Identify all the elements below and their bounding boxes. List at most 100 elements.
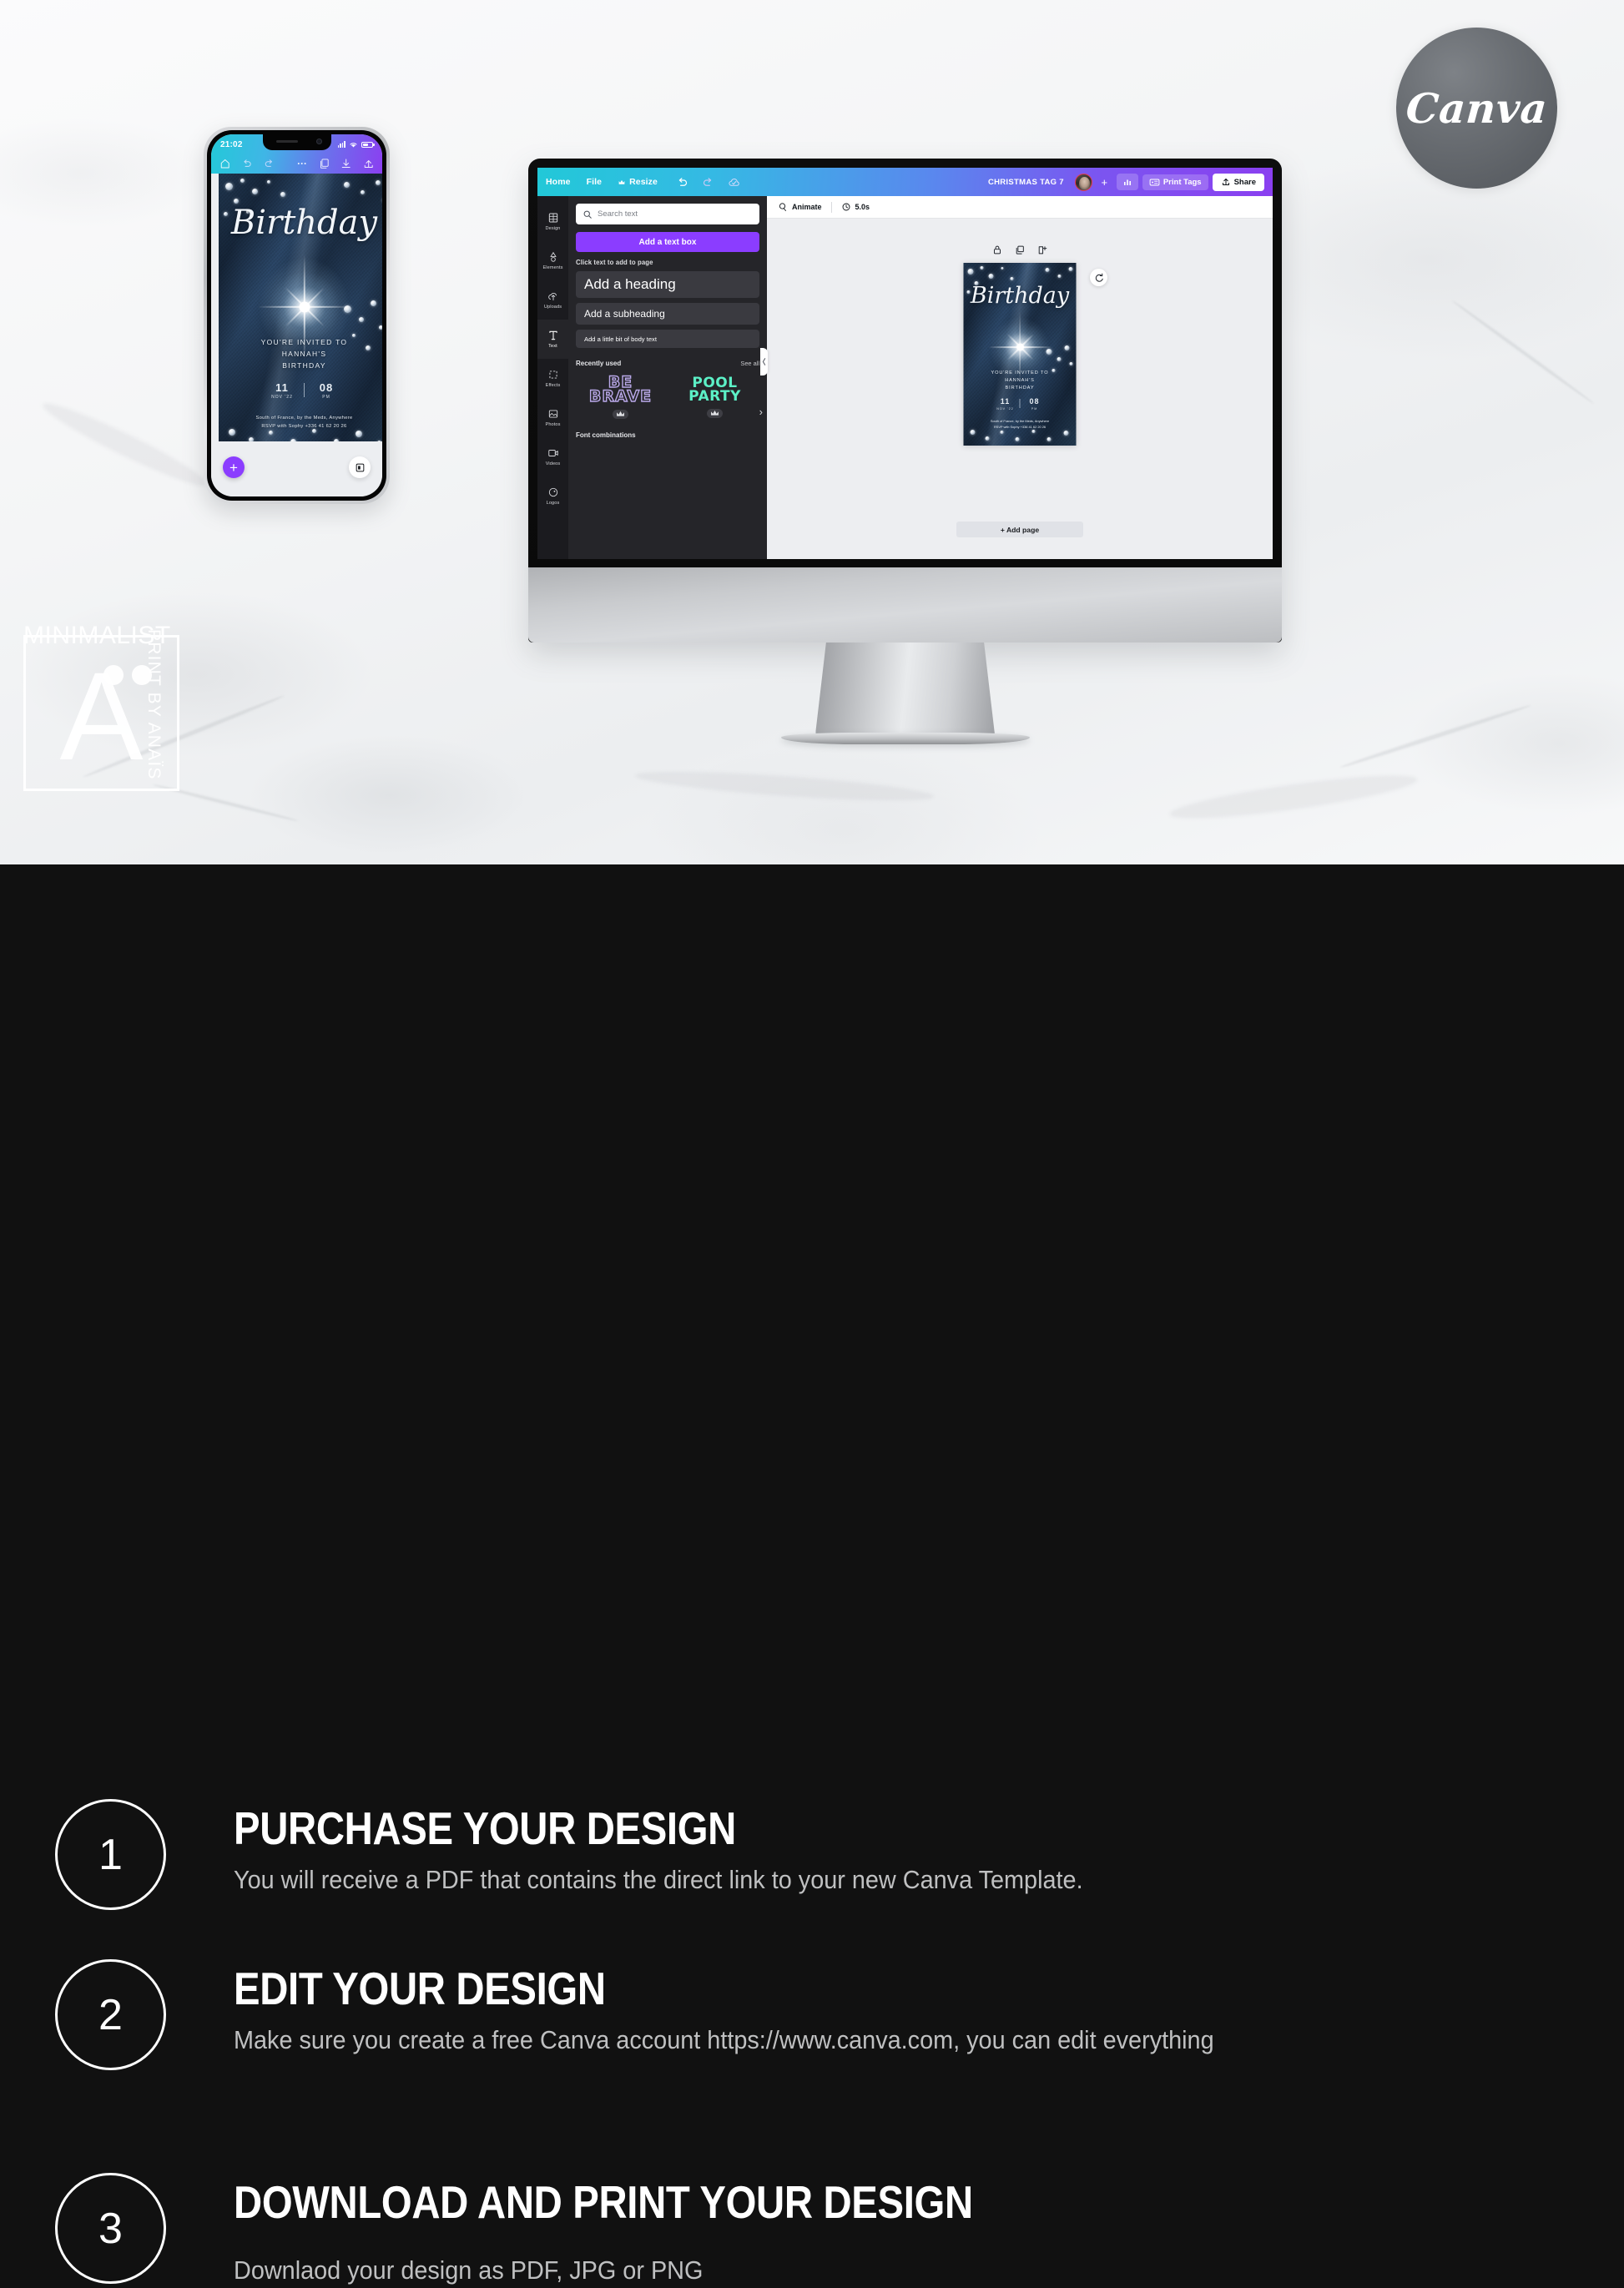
add-text-box-button[interactable]: Add a text box — [576, 232, 759, 252]
glitter-dot — [344, 305, 351, 313]
home-icon[interactable] — [219, 158, 230, 169]
add-collaborator-button[interactable]: + — [1097, 174, 1112, 190]
duplicate-icon[interactable] — [1015, 244, 1026, 255]
share-label: Share — [1233, 177, 1256, 187]
menu-home[interactable]: Home — [546, 177, 571, 187]
step-item-3: 3 DOWNLOAD AND PRINT YOUR DESIGN Downlao… — [55, 2173, 1093, 2288]
invitation-address-block: South of France, by the Meds, Anywhere R… — [964, 419, 1077, 431]
add-heading-option[interactable]: Add a heading — [576, 271, 759, 298]
recently-used-header: Recently used See all — [576, 360, 759, 367]
phone-screen: 21:02 Birthday YOU'RE INVITED TO HANNAH'… — [211, 134, 382, 496]
marble-vein — [1168, 767, 1420, 827]
phone-design-preview[interactable]: Birthday YOU'RE INVITED TO HANNAH'S BIRT… — [219, 174, 382, 457]
phone-editor-toolbar — [211, 153, 382, 174]
photos-icon — [548, 410, 557, 418]
share-icon[interactable] — [363, 158, 374, 169]
lock-icon[interactable] — [992, 244, 1003, 255]
invited-line-1: YOU'RE INVITED TO — [991, 370, 1049, 375]
date-hour-number: 08 — [1029, 397, 1040, 406]
print-tags-button[interactable]: Print Tags — [1142, 174, 1208, 190]
sidebar-item-elements[interactable]: Elements — [537, 241, 568, 280]
layers-icon[interactable] — [319, 158, 330, 169]
desktop-monitor-mockup: Home File Resize CHRISTMAS TAG 7 + Print… — [528, 159, 1282, 744]
glitter-dot — [361, 190, 365, 194]
date-hour-column: 08 PM — [1021, 397, 1049, 411]
sidebar-item-design[interactable]: Design — [537, 202, 568, 241]
rotate-icon[interactable] — [1090, 269, 1107, 286]
canva-top-bar: Home File Resize CHRISTMAS TAG 7 + Print… — [537, 168, 1273, 196]
phone-bezel: 21:02 Birthday YOU'RE INVITED TO HANNAH'… — [207, 130, 386, 501]
watermark-logo: A — [23, 635, 179, 791]
sidebar-label-logos: Logos — [546, 501, 560, 506]
date-day-sub: NOV '22 — [271, 395, 293, 401]
watermark-dot — [103, 665, 124, 685]
see-all-link[interactable]: See all — [740, 360, 759, 367]
sidebar-item-effects[interactable]: Effects — [537, 359, 568, 398]
canvas-toolbar: Animate 5.0s — [767, 196, 1273, 219]
glitter-dot — [1064, 345, 1070, 350]
undo-icon[interactable] — [241, 158, 252, 169]
more-icon[interactable] — [296, 158, 307, 169]
glitter-dot — [371, 300, 376, 306]
invitation-rsvp: RSVP with Sophy +336 41 62 20 26 — [261, 424, 347, 430]
glitter-dot — [225, 183, 233, 190]
sidebar-item-videos[interactable]: Videos — [537, 437, 568, 476]
menu-resize-label: Resize — [629, 177, 658, 187]
menu-file[interactable]: File — [587, 177, 603, 187]
invitation-rsvp: RSVP with Sophy +336 41 62 20 26 — [993, 424, 1047, 429]
invited-line-1: YOU'RE INVITED TO — [260, 338, 348, 346]
panel-hint: Click text to add to page — [576, 259, 653, 266]
glitter-dot — [252, 189, 258, 194]
add-page-icon[interactable] — [1037, 244, 1048, 255]
uploads-icon — [547, 292, 557, 301]
step-title: PURCHASE YOUR DESIGN — [234, 1802, 736, 1854]
menu-resize[interactable]: Resize — [618, 177, 658, 187]
battery-icon — [361, 141, 375, 148]
glitter-dot — [1000, 431, 1004, 434]
animate-button[interactable]: Animate — [778, 202, 822, 212]
collapse-panel-handle[interactable] — [760, 348, 768, 375]
hero-marble-section: Canva 21:02 Birthday YOU'RE INVITED TO H… — [0, 0, 1624, 864]
date-day-column: 11 NOV '22 — [991, 397, 1020, 411]
invitation-artwork: Birthday YOU'RE INVITED TO HANNAH'S BIRT… — [963, 263, 1077, 446]
sidebar-label-photos: Photos — [545, 422, 561, 427]
search-input[interactable]: Search text — [576, 204, 759, 224]
duration-button[interactable]: 5.0s — [841, 202, 870, 212]
recent-be-brave-text: BE BRAVE — [588, 373, 653, 406]
recent-item-be-brave[interactable]: BE BRAVE — [579, 373, 662, 419]
redo-icon[interactable] — [702, 176, 714, 189]
avatar[interactable] — [1074, 173, 1092, 191]
add-subheading-option[interactable]: Add a subheading — [576, 303, 759, 325]
date-day-sub: NOV '22 — [996, 406, 1014, 411]
recent-item-pool-party[interactable]: POOL PARTY — [673, 376, 756, 418]
design-title[interactable]: CHRISTMAS TAG 7 — [988, 178, 1064, 187]
redo-icon[interactable] — [264, 158, 275, 169]
sidebar-label-videos: Videos — [545, 461, 561, 466]
sidebar-item-text[interactable]: Text — [537, 320, 568, 359]
sidebar-item-photos[interactable]: Photos — [537, 398, 568, 437]
share-button[interactable]: Share — [1212, 173, 1264, 191]
undo-icon[interactable] — [676, 176, 688, 189]
add-body-text-option[interactable]: Add a little bit of body text — [576, 330, 759, 348]
wifi-icon — [350, 142, 357, 148]
download-icon[interactable] — [340, 158, 351, 169]
add-page-button[interactable]: + Add page — [956, 522, 1083, 537]
invitation-artwork: Birthday YOU'RE INVITED TO HANNAH'S BIRT… — [219, 174, 382, 457]
invitation-script-title: Birthday — [230, 204, 378, 242]
step-title: DOWNLOAD AND PRINT YOUR DESIGN — [234, 2176, 973, 2228]
shapes-icon — [549, 251, 557, 262]
watermark-letter-a: A — [59, 646, 144, 787]
stats-button[interactable] — [1116, 174, 1138, 190]
cloud-saved-icon[interactable] — [728, 176, 740, 189]
step-description: Make sure you create a free Canva accoun… — [234, 2025, 1214, 2055]
chevron-right-icon[interactable]: › — [759, 406, 763, 418]
glitter-dot — [1010, 277, 1014, 280]
add-button[interactable]: + — [223, 456, 245, 478]
pages-icon[interactable] — [349, 456, 371, 478]
speaker-icon — [275, 140, 298, 143]
sidebar-item-logos[interactable]: Logos — [537, 476, 568, 516]
glitter-dot — [1069, 362, 1073, 365]
sidebar-label-design: Design — [545, 226, 561, 231]
sidebar-item-uploads[interactable]: Uploads — [537, 280, 568, 320]
canvas-design-page[interactable]: Birthday YOU'RE INVITED TO HANNAH'S BIRT… — [963, 263, 1077, 446]
